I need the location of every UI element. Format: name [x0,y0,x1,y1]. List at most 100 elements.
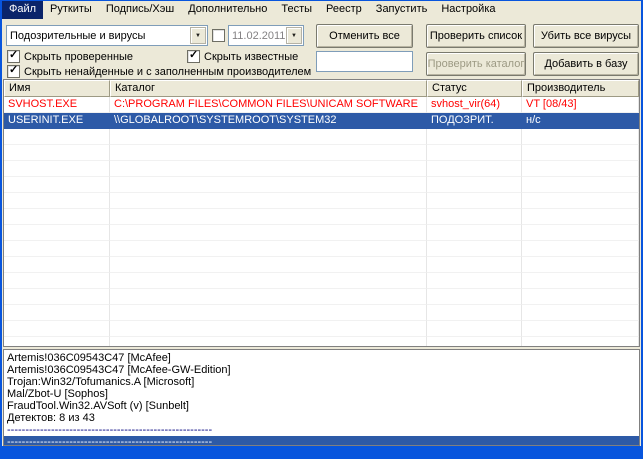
path-input[interactable] [316,51,413,72]
table-cell [522,193,639,209]
table-cell: SVHOST.EXE [4,97,110,113]
table-row-empty[interactable] [4,161,639,177]
table-cell [110,273,427,289]
cancel-all-button[interactable]: Отменить все [316,24,413,48]
table-cell [427,193,522,209]
table-cell [110,305,427,321]
filter-dropdown[interactable]: Подозрительные и вирусы ▼ [6,25,208,46]
table-row-empty[interactable] [4,305,639,321]
table-row-empty[interactable] [4,129,639,145]
table-cell [110,161,427,177]
table-cell [110,145,427,161]
date-dropdown-value: 11.02.2011 [232,29,286,42]
table-cell [427,129,522,145]
table-cell: svhost_vir(64) [427,97,522,113]
table-cell [427,177,522,193]
table-cell [522,337,639,346]
table-cell [522,129,639,145]
column-header-name[interactable]: Имя [4,80,110,97]
check-list-button[interactable]: Проверить список [426,24,526,48]
chevron-down-icon[interactable]: ▼ [286,27,302,44]
table-row-empty[interactable] [4,257,639,273]
table-row-empty[interactable] [4,145,639,161]
table-cell [427,225,522,241]
table-cell [427,337,522,346]
table-cell [522,145,639,161]
detail-line[interactable]: Детектов: 8 из 43 [7,412,639,424]
detail-line[interactable]: Artemis!036C09543C47 [McAfee] [7,352,639,364]
table-cell [522,225,639,241]
table-cell [110,337,427,346]
menu-item[interactable]: Дополнительно [181,1,274,19]
date-filter-checkbox[interactable] [212,29,225,42]
date-dropdown[interactable]: 11.02.2011 ▼ [228,25,304,46]
hide-notfound-checkbox[interactable]: ✓ Скрыть ненайденные и с заполненным про… [7,64,311,78]
table-cell: VT [08/43] [522,97,639,113]
table-row-empty[interactable] [4,177,639,193]
table-cell [4,225,110,241]
add-to-base-button[interactable]: Добавить в базу [533,52,639,76]
menu-item[interactable]: Файл [2,1,44,19]
detail-line[interactable]: Mal/Zbot-U [Sophos] [7,388,639,400]
table-cell [522,289,639,305]
table-row-empty[interactable] [4,241,639,257]
detail-line[interactable]: ----------------------------------------… [7,424,639,436]
table-cell: USERINIT.EXE [4,113,110,129]
table-body: SVHOST.EXE C:\PROGRAM FILES\COMMON FILES\… [4,97,639,346]
toolbar: Подозрительные и вирусы ▼ 11.02.2011 ▼ О… [2,19,641,79]
table-row-empty[interactable] [4,321,639,337]
menu-item[interactable]: Реестр [319,1,369,19]
table-cell [110,321,427,337]
table-row[interactable]: USERINIT.EXE \\GLOBALROOT\SYSTEMROOT\SYST… [4,113,639,129]
detail-line[interactable]: FraudTool.Win32.AVSoft (v) [Sunbelt] [7,400,639,412]
table-cell [522,305,639,321]
checkbox-icon: ✓ [7,64,20,78]
filter-dropdown-value: Подозрительные и вирусы [10,29,146,42]
table-cell [522,177,639,193]
table-cell [4,257,110,273]
menu-item[interactable]: Запустить [369,1,435,19]
table-row-empty[interactable] [4,193,639,209]
menu-item[interactable]: Настройка [434,1,502,19]
table-row-empty[interactable] [4,225,639,241]
checkbox-icon: ✓ [187,49,200,63]
app-window: Файл Руткиты Подпись/Хэш Дополнительно Тесты… [0,0,643,459]
table-cell [4,129,110,145]
table-cell: \\GLOBALROOT\SYSTEMROOT\SYSTEM32 [110,113,427,129]
menu-item[interactable]: Тесты [274,1,319,19]
table-cell [4,289,110,305]
checkbox-icon: ✓ [7,49,20,63]
hide-known-checkbox[interactable]: ✓ Скрыть известные [187,49,298,63]
table-cell [4,273,110,289]
kill-all-viruses-button[interactable]: Убить все вирусы [533,24,639,48]
column-header-path[interactable]: Каталог [110,80,427,97]
table-cell [4,177,110,193]
table-row-empty[interactable] [4,337,639,346]
hide-checked-checkbox[interactable]: ✓ Скрыть проверенные [7,49,134,63]
table-header: Имя Каталог Статус Производитель [4,80,639,97]
table-cell [427,321,522,337]
checkbox-label: Скрыть проверенные [24,50,134,63]
table-row-empty[interactable] [4,289,639,305]
table-cell [522,321,639,337]
table-cell [522,161,639,177]
menu-bar: Файл Руткиты Подпись/Хэш Дополнительно Тесты… [2,1,641,19]
table-row-empty[interactable] [4,209,639,225]
table-cell [110,225,427,241]
column-header-status[interactable]: Статус [427,80,522,97]
chevron-down-icon[interactable]: ▼ [190,27,206,44]
table-cell [522,241,639,257]
table-cell [427,305,522,321]
table-row-empty[interactable] [4,273,639,289]
table-row[interactable]: SVHOST.EXE C:\PROGRAM FILES\COMMON FILES\… [4,97,639,113]
column-header-vendor[interactable]: Производитель [522,80,639,97]
table-cell: C:\PROGRAM FILES\COMMON FILES\UNICAM SOF… [110,97,427,113]
detail-line[interactable]: ----------------------------------------… [4,436,639,445]
check-folder-button[interactable]: Проверить каталог [426,52,526,76]
checkmark-icon: ✓ [9,64,19,76]
table-cell [427,257,522,273]
detail-line[interactable]: Trojan:Win32/Tofumanics.A [Microsoft] [7,376,639,388]
menu-item[interactable]: Подпись/Хэш [99,1,181,19]
detail-line[interactable]: Artemis!036C09543C47 [McAfee-GW-Edition] [7,364,639,376]
menu-item[interactable]: Руткиты [43,1,99,19]
